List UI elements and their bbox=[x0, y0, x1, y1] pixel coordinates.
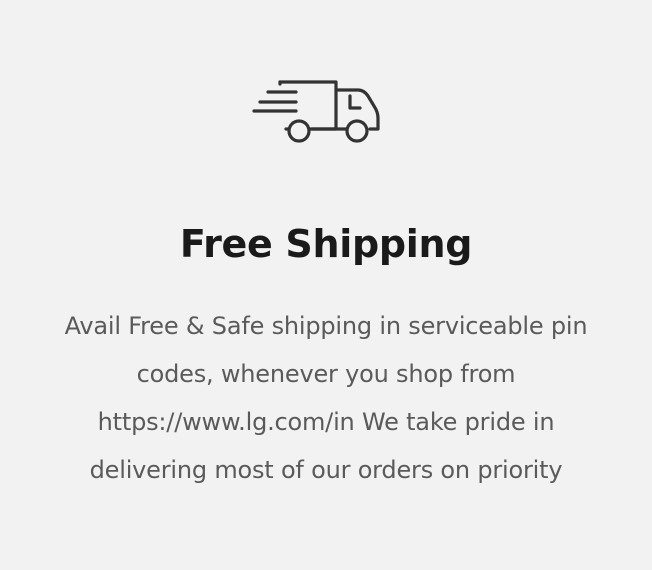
delivery-truck-icon bbox=[246, 70, 386, 150]
free-shipping-card: Free Shipping Avail Free & Safe shipping… bbox=[0, 0, 652, 570]
description-line: https://www.lg.com/in We take pride in bbox=[97, 408, 555, 436]
description-line: codes, whenever you shop from bbox=[136, 360, 516, 388]
feature-description: Avail Free & Safe shipping in serviceabl… bbox=[20, 302, 632, 494]
description-line: Avail Free & Safe shipping in serviceabl… bbox=[64, 312, 588, 340]
description-line: delivering most of our orders on priorit… bbox=[89, 456, 563, 484]
feature-title: Free Shipping bbox=[179, 222, 473, 266]
